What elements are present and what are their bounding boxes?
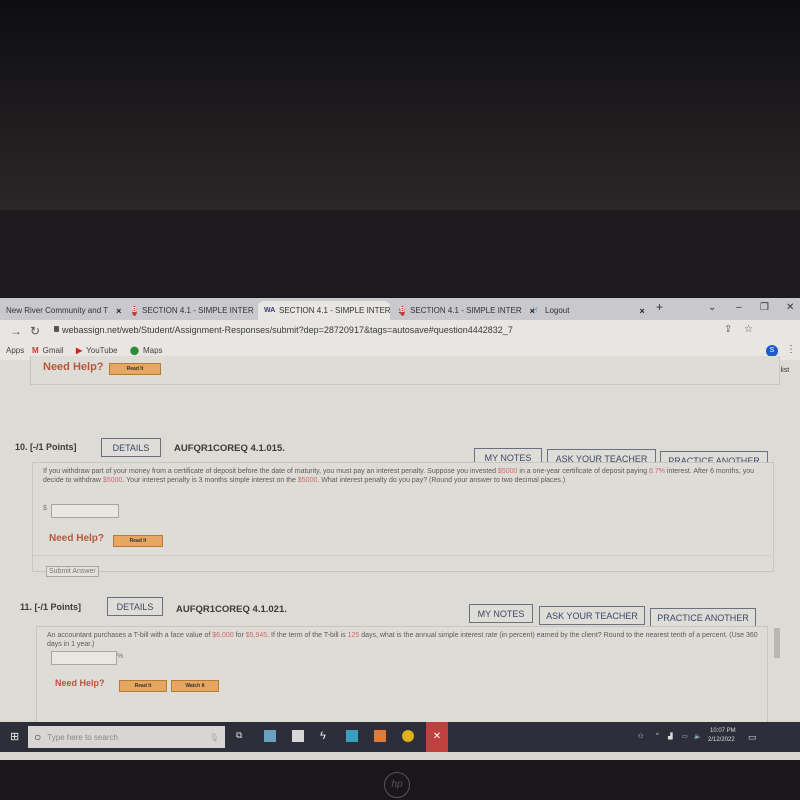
details-button[interactable]: DETAILS	[107, 597, 163, 616]
battery-icon[interactable]: ▭	[682, 733, 688, 740]
youtube-icon: ▶	[76, 346, 83, 355]
close-tab-icon[interactable]: ×	[639, 306, 644, 316]
bookmark-star-icon[interactable]: ☆	[744, 324, 753, 335]
file-explorer-icon[interactable]	[264, 730, 276, 742]
watch-it-button[interactable]: Watch It	[171, 680, 219, 692]
answer-input[interactable]	[51, 504, 119, 518]
bookmark-maps[interactable]: ⬤ Maps	[130, 346, 163, 355]
close-app-icon[interactable]: ✕	[426, 722, 448, 752]
b-logo-icon: B	[400, 305, 406, 316]
background-wall	[0, 0, 800, 210]
bookmark-label: Maps	[142, 346, 163, 355]
scrollbar-thumb[interactable]	[774, 628, 780, 658]
task-view-icon[interactable]: ⧉	[236, 730, 248, 742]
need-help-label: Need Help?	[43, 361, 104, 373]
gmail-icon: M	[32, 346, 39, 355]
clock-time[interactable]: 10:07 PM	[710, 728, 736, 734]
close-tab-icon[interactable]: ×	[116, 306, 121, 316]
loading-icon: ⁙	[532, 306, 538, 314]
bookmark-apps[interactable]: Apps	[6, 346, 24, 355]
question-code: AUFQR1COREQ 4.1.021.	[176, 604, 287, 615]
taskbar-search[interactable]: ○ Type here to search 🎙	[28, 726, 225, 748]
chrome-icon[interactable]	[402, 730, 414, 742]
b-logo-icon: B	[132, 305, 138, 316]
new-tab-button[interactable]: +	[656, 300, 663, 314]
tab-label: SECTION 4.1 - SIMPLE INTER	[142, 306, 254, 315]
notifications-icon[interactable]: ▭	[748, 732, 757, 743]
tab-search-icon[interactable]: ⌄	[708, 302, 716, 313]
my-notes-button[interactable]: MY NOTES	[469, 604, 533, 623]
need-help-label: Need Help?	[55, 678, 105, 688]
close-window-icon[interactable]: ✕	[786, 302, 794, 313]
answer-input[interactable]	[51, 651, 117, 665]
ask-your-teacher-button[interactable]: ASK YOUR TEACHER	[539, 606, 645, 625]
practice-another-button[interactable]: PRACTICE ANOTHER	[650, 608, 756, 627]
maps-icon: ⬤	[130, 346, 139, 355]
laptop-screen: New River Community and T × B SECTION 4.…	[0, 298, 800, 760]
network-icon[interactable]: ▟	[668, 733, 673, 740]
address-bar[interactable]: webassign.net/web/Student/Assignment-Res…	[62, 325, 513, 335]
tray-chevron-icon[interactable]: ^	[656, 733, 659, 739]
browser-toolbar: → ↻ webassign.net/web/Student/Assignment…	[0, 320, 800, 342]
share-icon[interactable]: ⇪	[724, 324, 732, 335]
store-icon[interactable]	[292, 730, 304, 742]
app-orange-icon[interactable]	[374, 730, 386, 742]
tab-strip: New River Community and T × B SECTION 4.…	[0, 298, 800, 320]
reload-icon[interactable]: ↻	[30, 324, 40, 338]
tab-section-4-1-b[interactable]: B SECTION 4.1 - SIMPLE INTER ×	[394, 301, 535, 320]
volume-icon[interactable]: 🔈	[694, 733, 701, 740]
bookmark-youtube[interactable]: ▶ YouTube	[76, 346, 118, 355]
tab-label: Logout	[545, 306, 570, 315]
divider	[33, 555, 771, 556]
bookmark-label: YouTube	[86, 346, 118, 355]
question-code: AUFQR1COREQ 4.1.015.	[174, 443, 285, 454]
forward-icon[interactable]: →	[10, 324, 22, 338]
read-it-button[interactable]: Read It	[113, 535, 163, 547]
minimize-icon[interactable]: –	[736, 302, 742, 313]
webassign-icon: WA	[264, 306, 276, 314]
app-lightning-icon[interactable]: ϟ	[320, 730, 332, 742]
tab-section-4-1-active[interactable]: WA SECTION 4.1 - SIMPLE INTER ×	[258, 301, 404, 320]
percent-suffix: %	[117, 653, 124, 660]
read-it-button[interactable]: Read It	[109, 363, 161, 375]
mail-icon[interactable]	[346, 730, 358, 742]
question-text: If you withdraw part of your money from …	[43, 468, 755, 484]
prev-question-panel: Need Help? Read It	[30, 356, 780, 385]
read-it-button[interactable]: Read It	[119, 680, 167, 692]
microphone-icon[interactable]: 🎙	[209, 733, 219, 742]
tab-label: SECTION 4.1 - SIMPLE INTER	[279, 306, 391, 315]
tab-label: SECTION 4.1 - SIMPLE INTER	[410, 306, 522, 315]
clock-date[interactable]: 2/12/2022	[708, 737, 735, 743]
bookmark-label: Apps	[6, 346, 25, 355]
tab-new-river[interactable]: New River Community and T ×	[0, 301, 121, 320]
question-text: An accountant purchases a T-bill with a …	[47, 632, 758, 648]
tab-label: New River Community and T	[6, 306, 109, 315]
details-button[interactable]: DETAILS	[101, 438, 161, 457]
question-11-panel: An accountant purchases a T-bill with a …	[36, 626, 768, 726]
tab-section-4-1-a[interactable]: B SECTION 4.1 - SIMPLE INTER ×	[126, 301, 267, 320]
page-content: ▤ Reading list Need Help? Read It 10. [-…	[0, 356, 800, 726]
hp-logo: hp	[384, 772, 410, 798]
need-help-label: Need Help?	[49, 533, 105, 544]
people-icon[interactable]: ⚇	[638, 733, 643, 740]
lock-icon	[54, 326, 59, 332]
windows-start-icon[interactable]: ⊞	[10, 730, 19, 743]
taskbar: ⊞ ○ Type here to search 🎙 ⧉ ϟ ✕ ⚇ ^ ▟ ▭ …	[0, 722, 800, 752]
question-10-panel: If you withdraw part of your money from …	[32, 462, 774, 572]
submit-answer-button[interactable]: Submit Answer	[46, 566, 99, 577]
tab-logout[interactable]: ⁙ Logout ×	[524, 301, 654, 320]
bookmark-label: Gmail	[42, 346, 64, 355]
cortana-icon: ○	[34, 730, 42, 744]
question-number: 11. [-/1 Points]	[20, 602, 82, 612]
dollar-prefix: $	[43, 505, 47, 512]
search-placeholder: Type here to search	[47, 732, 118, 742]
menu-icon[interactable]: ⋮	[786, 344, 796, 355]
restore-icon[interactable]: ❐	[760, 302, 769, 313]
question-number: 10. [-/1 Points]	[15, 442, 77, 452]
bookmark-gmail[interactable]: M Gmail	[32, 346, 64, 355]
